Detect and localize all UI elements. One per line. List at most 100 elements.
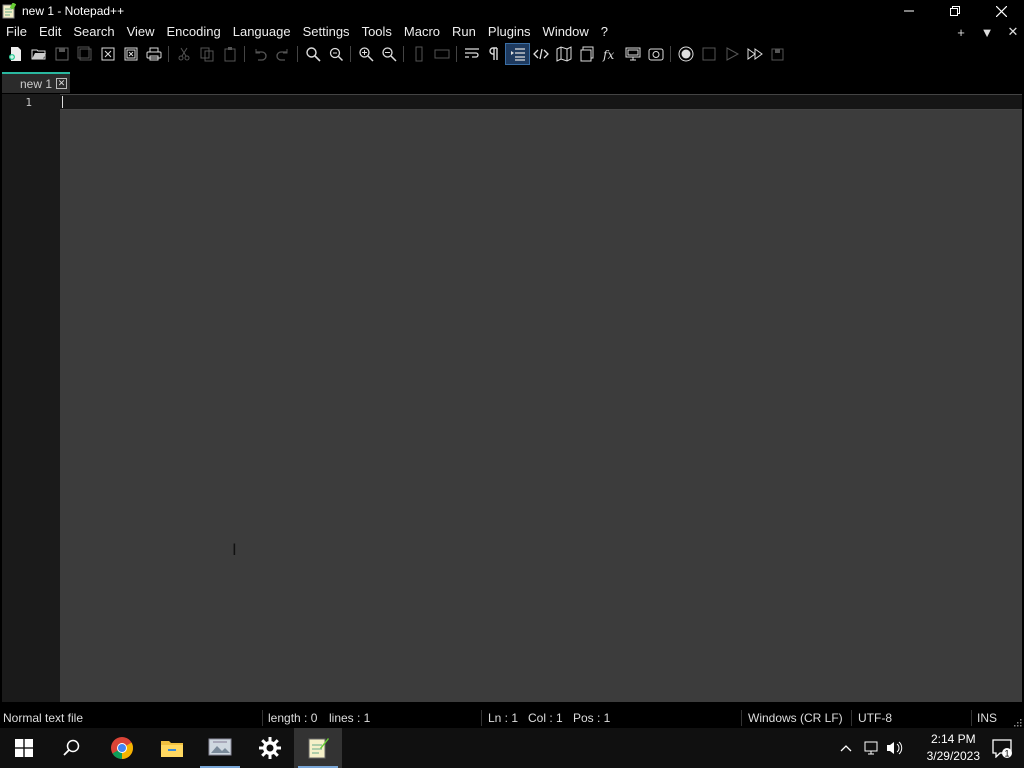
menu-edit[interactable]: Edit: [33, 22, 67, 42]
undo-icon[interactable]: [248, 44, 271, 64]
new-file-icon[interactable]: [4, 44, 27, 64]
run-macro-multiple-icon[interactable]: [743, 44, 766, 64]
indent-guide-icon[interactable]: [505, 43, 530, 65]
find-icon[interactable]: [301, 44, 324, 64]
search-icon: [63, 739, 80, 756]
menu-settings[interactable]: Settings: [297, 22, 356, 42]
taskbar-settings[interactable]: [246, 728, 294, 768]
taskbar-notepad-plus-plus[interactable]: [294, 728, 342, 768]
minimize-icon: [904, 10, 914, 12]
menu-bar: File Edit Search View Encoding Language …: [0, 22, 1024, 42]
clock-date: 3/29/2023: [926, 749, 980, 763]
tab-label: new 1: [20, 76, 53, 91]
status-divider: [481, 710, 482, 726]
restore-button[interactable]: [932, 0, 978, 22]
taskbar-photos[interactable]: [196, 728, 244, 768]
resize-grip-icon[interactable]: [1012, 717, 1022, 727]
text-caret: [62, 96, 63, 108]
menu-view[interactable]: View: [121, 22, 161, 42]
function-list-icon[interactable]: fx: [598, 44, 621, 64]
save-all-icon[interactable]: [73, 44, 96, 64]
document-map-icon[interactable]: [552, 44, 575, 64]
tab-bar: new 1 ✕: [0, 70, 1024, 94]
menu-file[interactable]: File: [0, 22, 33, 42]
status-file-type: Normal text file: [3, 711, 84, 725]
menu-window[interactable]: Window: [537, 22, 595, 42]
toolbar-separator: [297, 46, 298, 62]
menu-tools[interactable]: Tools: [356, 22, 398, 42]
replace-icon[interactable]: [324, 44, 347, 64]
monitoring-icon[interactable]: [644, 44, 667, 64]
document-list-icon[interactable]: [575, 44, 598, 64]
tab-new-1[interactable]: new 1 ✕: [2, 72, 70, 93]
menu-help[interactable]: ?: [595, 22, 614, 42]
network-icon[interactable]: [860, 728, 882, 768]
play-macro-icon[interactable]: [720, 44, 743, 64]
toolbar-separator: [403, 46, 404, 62]
menu-run[interactable]: Run: [446, 22, 482, 42]
tab-list-dropdown-icon[interactable]: ▼: [980, 25, 994, 40]
taskbar-file-explorer[interactable]: [148, 728, 196, 768]
photos-app-icon: [208, 738, 232, 756]
tab-close-icon[interactable]: ✕: [56, 78, 67, 89]
toolbar-separator: [350, 46, 351, 62]
xml-tag-icon[interactable]: [529, 44, 552, 64]
cut-icon[interactable]: [172, 44, 195, 64]
notepad-plus-plus-icon: [308, 738, 329, 759]
restore-icon: [950, 6, 960, 16]
sync-horizontal-icon[interactable]: [430, 44, 453, 64]
menu-macro[interactable]: Macro: [398, 22, 446, 42]
word-wrap-icon[interactable]: [460, 44, 483, 64]
close-icon: [995, 5, 1007, 17]
folder-as-workspace-icon[interactable]: [621, 44, 644, 64]
status-length: length : 0: [268, 711, 318, 725]
taskbar-search-button[interactable]: [48, 728, 96, 768]
tray-overflow-chevron-icon[interactable]: [836, 728, 856, 768]
show-all-chars-icon[interactable]: [483, 44, 506, 64]
chrome-icon: [111, 737, 133, 759]
menu-search[interactable]: Search: [67, 22, 120, 42]
status-divider: [262, 710, 263, 726]
status-pos: Pos : 1: [573, 711, 611, 725]
title-bar: new 1 - Notepad++: [0, 0, 1024, 22]
sync-vertical-icon[interactable]: [407, 44, 430, 64]
close-all-icon[interactable]: [119, 44, 142, 64]
close-tab-x-icon[interactable]: ✕: [1006, 24, 1020, 40]
svg-text:fx: fx: [602, 48, 614, 62]
save-macro-icon[interactable]: [766, 44, 789, 64]
taskbar-chrome[interactable]: [98, 728, 146, 768]
status-insert-mode: INS: [977, 711, 998, 725]
open-file-icon[interactable]: [27, 44, 50, 64]
status-eol: Windows (CR LF): [748, 711, 843, 725]
close-window-button[interactable]: [978, 0, 1024, 22]
print-icon[interactable]: [142, 44, 165, 64]
status-divider: [851, 710, 852, 726]
copy-icon[interactable]: [195, 44, 218, 64]
close-file-icon[interactable]: [96, 44, 119, 64]
status-bar: Normal text file length : 0 lines : 1 Ln…: [0, 707, 1024, 729]
zoom-in-icon[interactable]: [354, 44, 377, 64]
minimize-button[interactable]: [886, 0, 932, 22]
gear-icon: [259, 737, 281, 759]
zoom-out-icon[interactable]: [377, 44, 400, 64]
notification-center-icon[interactable]: 1: [992, 738, 1012, 759]
menu-encoding[interactable]: Encoding: [161, 22, 227, 42]
toolbar: fx: [0, 43, 1024, 65]
save-icon[interactable]: [50, 44, 73, 64]
status-divider: [971, 710, 972, 726]
new-tab-plus-icon[interactable]: +: [954, 25, 968, 40]
paste-icon[interactable]: [218, 44, 241, 64]
stop-macro-icon[interactable]: [697, 44, 720, 64]
redo-icon[interactable]: [271, 44, 294, 64]
menu-plugins[interactable]: Plugins: [482, 22, 537, 42]
taskbar-clock[interactable]: 2:14 PM 3/29/2023: [927, 731, 980, 765]
editor-area[interactable]: 1 I: [2, 94, 1022, 702]
menu-language[interactable]: Language: [227, 22, 297, 42]
toolbar-separator: [670, 46, 671, 62]
menubar-right-controls: + ▼ ✕: [954, 22, 1020, 42]
volume-icon[interactable]: [884, 728, 906, 768]
windows-start-button[interactable]: [0, 728, 48, 768]
record-macro-icon[interactable]: [674, 44, 697, 64]
status-col: Col : 1: [528, 711, 563, 725]
toolbar-separator: [456, 46, 457, 62]
